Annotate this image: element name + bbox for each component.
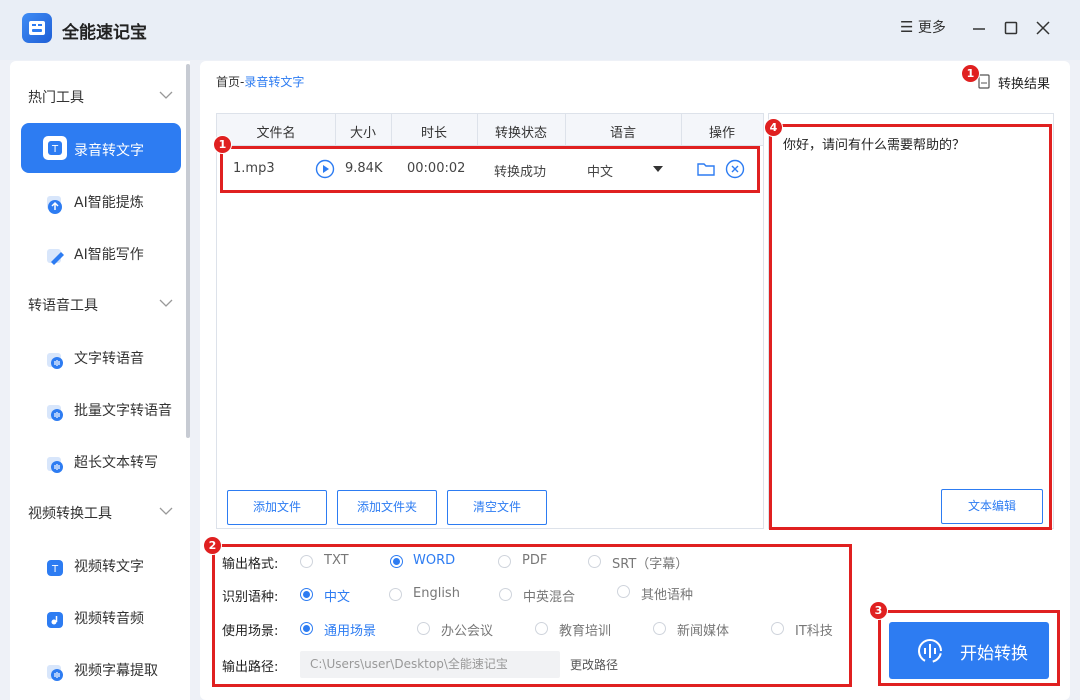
transcribe-icon: T (43, 136, 67, 160)
col-duration: 时长 (420, 126, 447, 141)
sidebar-scrollbar[interactable] (186, 64, 190, 438)
group-video-tools[interactable]: 视频转换工具 (28, 503, 112, 523)
annotation-badge-1: 1 (213, 135, 232, 154)
add-folder-button[interactable]: 添加文件夹 (337, 490, 437, 525)
annotation-box-4 (769, 124, 1052, 530)
more-menu[interactable]: ☰ 更多 (900, 17, 946, 37)
annotation-badge-3: 3 (869, 601, 888, 620)
sidebar-item-ai-extract[interactable]: AI智能提炼 (74, 192, 144, 212)
sidebar-item-video-to-text[interactable]: 视频转文字 (74, 556, 144, 576)
breadcrumb-home[interactable]: 首页 (216, 75, 240, 89)
long-text-icon (43, 452, 67, 476)
col-size: 大小 (349, 126, 376, 141)
chevron-down-icon[interactable] (158, 89, 174, 101)
sidebar-item-batch-tts[interactable]: 批量文字转语音 (74, 400, 172, 420)
app-logo-icon (22, 13, 52, 43)
subtitle-extract-icon (43, 660, 67, 684)
result-link[interactable]: 转换结果 (998, 73, 1050, 92)
text-to-speech-icon (43, 348, 67, 372)
maximize-button[interactable] (999, 16, 1023, 40)
video-to-audio-icon (43, 608, 67, 632)
close-button[interactable] (1031, 16, 1055, 40)
svg-text:T: T (51, 144, 59, 155)
col-language: 语言 (609, 126, 636, 141)
sidebar-item-text-to-speech[interactable]: 文字转语音 (74, 348, 144, 368)
video-to-text-icon: T (43, 556, 67, 580)
batch-tts-icon (43, 400, 67, 424)
col-actions: 操作 (708, 126, 735, 141)
breadcrumb-current: 录音转文字 (244, 75, 305, 89)
ai-write-icon (43, 244, 67, 268)
col-status: 转换状态 (494, 126, 547, 141)
app-title: 全能速记宝 (62, 23, 147, 43)
annotation-box-2 (212, 544, 852, 687)
sidebar: 热门工具 T 录音转文字 AI智能提炼 AI智能写作 转语音工具 文字转语音 批… (10, 61, 190, 700)
sidebar-item-long-text[interactable]: 超长文本转写 (74, 452, 158, 472)
chevron-down-icon[interactable] (158, 505, 174, 517)
more-label: 更多 (917, 20, 946, 36)
svg-text:T: T (51, 564, 59, 575)
table-header: 文件名 大小 时长 转换状态 语言 操作 (217, 114, 763, 146)
annotation-badge-result: 1 (961, 64, 980, 83)
minimize-button[interactable] (967, 16, 991, 40)
sidebar-item-video-to-audio[interactable]: 视频转音频 (74, 608, 144, 628)
group-hot-tools[interactable]: 热门工具 (28, 87, 84, 107)
menu-icon: ☰ (900, 18, 914, 36)
sidebar-item-subtitle-extract[interactable]: 视频字幕提取 (74, 660, 158, 680)
chevron-down-icon[interactable] (158, 297, 174, 309)
annotation-badge-2: 2 (203, 536, 222, 555)
sidebar-item-record-to-text[interactable]: 录音转文字 (74, 140, 144, 160)
annotation-box-3 (878, 610, 1060, 686)
group-voice-tools[interactable]: 转语音工具 (28, 295, 98, 315)
clear-files-button[interactable]: 清空文件 (447, 490, 547, 525)
col-filename: 文件名 (256, 126, 296, 141)
add-file-button[interactable]: 添加文件 (227, 490, 327, 525)
annotation-badge-4: 4 (764, 118, 783, 137)
breadcrumb: 首页-录音转文字 (216, 73, 304, 90)
sidebar-item-ai-write[interactable]: AI智能写作 (74, 244, 144, 264)
ai-extract-icon (43, 192, 67, 216)
annotation-box-1 (220, 146, 760, 193)
